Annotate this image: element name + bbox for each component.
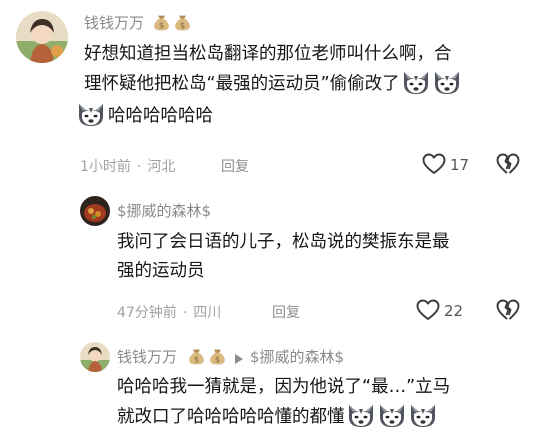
reply-button[interactable]: 回复 xyxy=(221,156,249,176)
husky-dog-emoji xyxy=(432,69,462,95)
location: 河北 xyxy=(147,159,176,175)
username[interactable]: 钱钱万万 xyxy=(84,12,144,33)
comment-line: 强的运动员 xyxy=(117,261,205,281)
username[interactable]: $挪威的森林$ xyxy=(117,200,211,221)
comment-text: 我问了会日语的儿子，松岛说的樊振东是最 强的运动员 xyxy=(117,228,522,286)
comment-line: 我问了会日语的儿子，松岛说的樊振东是最 xyxy=(117,232,450,252)
husky-dog-emoji xyxy=(346,402,376,428)
timestamp: 1小时前 xyxy=(80,159,131,175)
like-count: 22 xyxy=(444,302,464,320)
comment-line: 就改口了哈哈哈哈哈懂的都懂 xyxy=(117,402,527,432)
username[interactable]: 钱钱万万 xyxy=(117,346,177,367)
like-icon[interactable] xyxy=(422,153,446,179)
comment-meta: 47分钟前 · 四川 xyxy=(117,305,222,321)
comment-line-text: 就改口了哈哈哈哈哈懂的都懂 xyxy=(117,407,345,427)
husky-dog-emoji xyxy=(76,101,106,127)
avatar[interactable] xyxy=(80,196,110,226)
reply-button[interactable]: 回复 xyxy=(272,302,300,322)
comment-line: 好想知道担当松岛翻译的那位老师叫什么啊，合 xyxy=(84,44,452,64)
reply-arrow-icon xyxy=(234,350,244,369)
comment-text: 哈哈哈我一猜就是，因为他说了“最…”立马 就改口了哈哈哈哈哈懂的都懂 xyxy=(117,373,527,432)
like-icon[interactable] xyxy=(416,299,440,325)
husky-dog-emoji xyxy=(401,69,431,95)
dislike-icon[interactable] xyxy=(496,299,520,325)
comment-line: 哈哈哈哈哈哈 xyxy=(84,101,524,131)
money-bag-icon xyxy=(185,346,227,366)
timestamp: 47分钟前 xyxy=(117,305,177,321)
comment-line-text: 哈哈哈哈哈哈 xyxy=(108,106,213,126)
comment-line-text: 理怀疑他把松岛“最强的运动员”偷偷改了 xyxy=(84,74,400,94)
dislike-icon[interactable] xyxy=(496,153,520,179)
comment-meta: 1小时前 · 河北 xyxy=(80,159,176,175)
comment-line: 哈哈哈我一猜就是，因为他说了“最…”立马 xyxy=(117,377,451,397)
husky-dog-emoji xyxy=(377,402,407,428)
reply-to-user[interactable]: $挪威的森林$ xyxy=(250,346,344,367)
money-bag-icon xyxy=(150,12,192,32)
comment-line: 理怀疑他把松岛“最强的运动员”偷偷改了 xyxy=(84,69,524,99)
comment-text: 好想知道担当松岛翻译的那位老师叫什么啊，合 理怀疑他把松岛“最强的运动员”偷偷改… xyxy=(84,40,524,131)
avatar[interactable] xyxy=(80,342,110,372)
avatar[interactable] xyxy=(16,11,68,63)
husky-dog-emoji xyxy=(408,402,438,428)
location: 四川 xyxy=(193,305,222,321)
like-count: 17 xyxy=(450,156,470,174)
